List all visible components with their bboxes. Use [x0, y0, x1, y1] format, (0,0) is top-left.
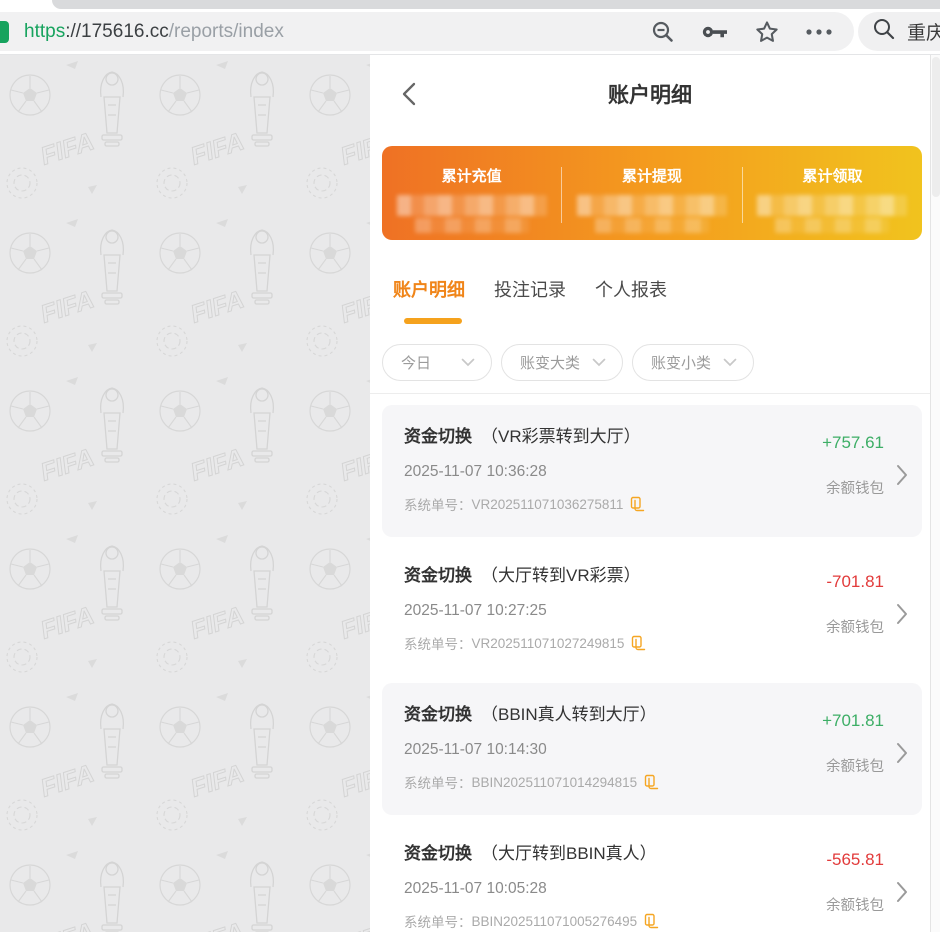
page: FIFA — [0, 55, 940, 932]
filter-minor-type-dropdown[interactable]: 账变小类 — [632, 344, 754, 381]
transaction-order: 系统单号：BBIN202511071005276495 — [404, 911, 774, 931]
transaction-amount: -565.81 — [826, 850, 884, 870]
summary-total-claim: 累计领取 — [743, 165, 922, 240]
wallet-label: 余额钱包 — [826, 477, 884, 498]
order-number: BBIN202511071005276495 — [472, 914, 638, 929]
transaction-item[interactable]: 资金切换 （VR彩票转到大厅） 2025-11-07 10:36:28 系统单号：… — [382, 405, 922, 537]
tab-account-detail[interactable]: 账户明细 — [393, 276, 465, 302]
blurred-value — [577, 195, 727, 233]
summary-card: 累计充值 累计提现 累计领取 — [382, 146, 922, 240]
transaction-item[interactable]: 资金切换 （大厅转到VR彩票） 2025-11-07 10:27:25 系统单号：… — [382, 544, 922, 676]
transaction-datetime: 2025-11-07 10:05:28 — [404, 880, 774, 898]
transaction-title: 资金切换 （大厅转到VR彩票） — [404, 561, 774, 586]
transaction-list: 资金切换 （VR彩票转到大厅） 2025-11-07 10:36:28 系统单号：… — [370, 394, 930, 933]
transaction-title: 资金切换 （VR彩票转到大厅） — [404, 422, 774, 447]
url-path: /reports/index — [169, 21, 284, 43]
browser-search-box[interactable]: 重庆 — [858, 12, 940, 51]
chevron-down-icon — [723, 358, 737, 367]
copy-icon[interactable] — [644, 774, 659, 790]
transaction-detail: （大厅转到VR彩票） — [481, 566, 641, 585]
filter-label: 今日 — [401, 352, 431, 373]
chevron-down-icon — [592, 358, 606, 367]
transaction-type: 资金切换 — [404, 844, 472, 863]
search-icon — [872, 17, 896, 46]
search-query-text: 重庆 — [907, 18, 940, 45]
chevron-down-icon — [461, 358, 475, 367]
order-label: 系统单号： — [404, 494, 472, 514]
summary-label: 累计充值 — [382, 165, 561, 186]
browser-chrome: https://175616.cc/reports/index — [0, 0, 940, 55]
scrollbar[interactable] — [930, 55, 940, 932]
transaction-amount: +701.81 — [822, 711, 884, 731]
transaction-datetime: 2025-11-07 10:27:25 — [404, 602, 774, 620]
back-button[interactable] — [396, 81, 422, 107]
filter-date-dropdown[interactable]: 今日 — [382, 344, 492, 381]
browser-tab-strip — [52, 0, 940, 9]
active-tab-underline — [404, 318, 462, 324]
transaction-type: 资金切换 — [404, 705, 472, 724]
transaction-item[interactable]: 资金切换 （BBIN真人转到大厅） 2025-11-07 10:14:30 系统单… — [382, 683, 922, 815]
transaction-order: 系统单号：VR202511071036275811 — [404, 494, 774, 514]
filter-bar: 今日 账变大类 账变小类 — [370, 344, 930, 381]
more-icon[interactable] — [805, 27, 833, 37]
filter-label: 账变小类 — [651, 352, 711, 373]
blurred-value — [397, 195, 547, 233]
summary-total-withdraw: 累计提现 — [562, 165, 741, 240]
zoom-out-icon[interactable] — [650, 19, 676, 45]
transaction-title: 资金切换 （大厅转到BBIN真人） — [404, 839, 774, 864]
copy-icon[interactable] — [644, 913, 659, 929]
copy-icon[interactable] — [631, 635, 646, 651]
order-label: 系统单号： — [404, 772, 472, 792]
tab-bar: 账户明细 投注记录 个人报表 — [370, 276, 930, 302]
panel-header: 账户明细 — [370, 55, 930, 133]
tab-bet-records[interactable]: 投注记录 — [494, 276, 566, 302]
order-label: 系统单号： — [404, 633, 472, 653]
chevron-right-icon[interactable] — [896, 464, 908, 486]
fifa-watermark-background: FIFA — [0, 55, 370, 932]
transaction-datetime: 2025-11-07 10:14:30 — [404, 741, 774, 759]
summary-total-deposit: 累计充值 — [382, 165, 561, 240]
wallet-label: 余额钱包 — [826, 894, 884, 915]
transaction-order: 系统单号：VR202511071027249815 — [404, 633, 774, 653]
order-label: 系统单号： — [404, 911, 472, 931]
transaction-order: 系统单号：BBIN202511071014294815 — [404, 772, 774, 792]
url-scheme: https — [24, 21, 65, 43]
url-separator: :// — [65, 21, 81, 43]
filter-label: 账变大类 — [520, 352, 580, 373]
chevron-right-icon[interactable] — [896, 881, 908, 903]
transaction-amount: -701.81 — [826, 572, 884, 592]
transaction-type: 资金切换 — [404, 427, 472, 446]
transaction-item[interactable]: 资金切换 （大厅转到BBIN真人） 2025-11-07 10:05:28 系统单… — [382, 822, 922, 933]
order-number: VR202511071036275811 — [472, 497, 624, 512]
chevron-right-icon[interactable] — [896, 742, 908, 764]
transaction-datetime: 2025-11-07 10:36:28 — [404, 463, 774, 481]
tab-personal-report[interactable]: 个人报表 — [595, 276, 667, 302]
copy-icon[interactable] — [630, 496, 645, 512]
transaction-detail: （BBIN真人转到大厅） — [481, 705, 657, 724]
order-number: BBIN202511071014294815 — [472, 775, 638, 790]
transaction-title: 资金切换 （BBIN真人转到大厅） — [404, 700, 774, 725]
chevron-right-icon[interactable] — [896, 603, 908, 625]
transaction-detail: （大厅转到BBIN真人） — [481, 844, 657, 863]
transaction-amount: +757.61 — [822, 433, 884, 453]
scrollbar-thumb[interactable] — [932, 57, 940, 197]
account-detail-panel: 账户明细 累计充值 累计提现 累计领取 账户明细 投注记录 个人报表 — [370, 55, 930, 932]
wallet-label: 余额钱包 — [826, 755, 884, 776]
key-icon[interactable] — [701, 20, 729, 44]
star-icon[interactable] — [754, 19, 780, 45]
summary-label: 累计领取 — [743, 165, 922, 186]
page-title: 账户明细 — [608, 79, 692, 109]
site-icon[interactable] — [0, 21, 9, 43]
transaction-type: 资金切换 — [404, 566, 472, 585]
summary-label: 累计提现 — [562, 165, 741, 186]
url-host: 175616.cc — [81, 21, 169, 43]
transaction-detail: （VR彩票转到大厅） — [481, 427, 641, 446]
filter-major-type-dropdown[interactable]: 账变大类 — [501, 344, 623, 381]
wallet-label: 余额钱包 — [826, 616, 884, 637]
blurred-value — [757, 195, 907, 233]
order-number: VR202511071027249815 — [472, 636, 625, 651]
